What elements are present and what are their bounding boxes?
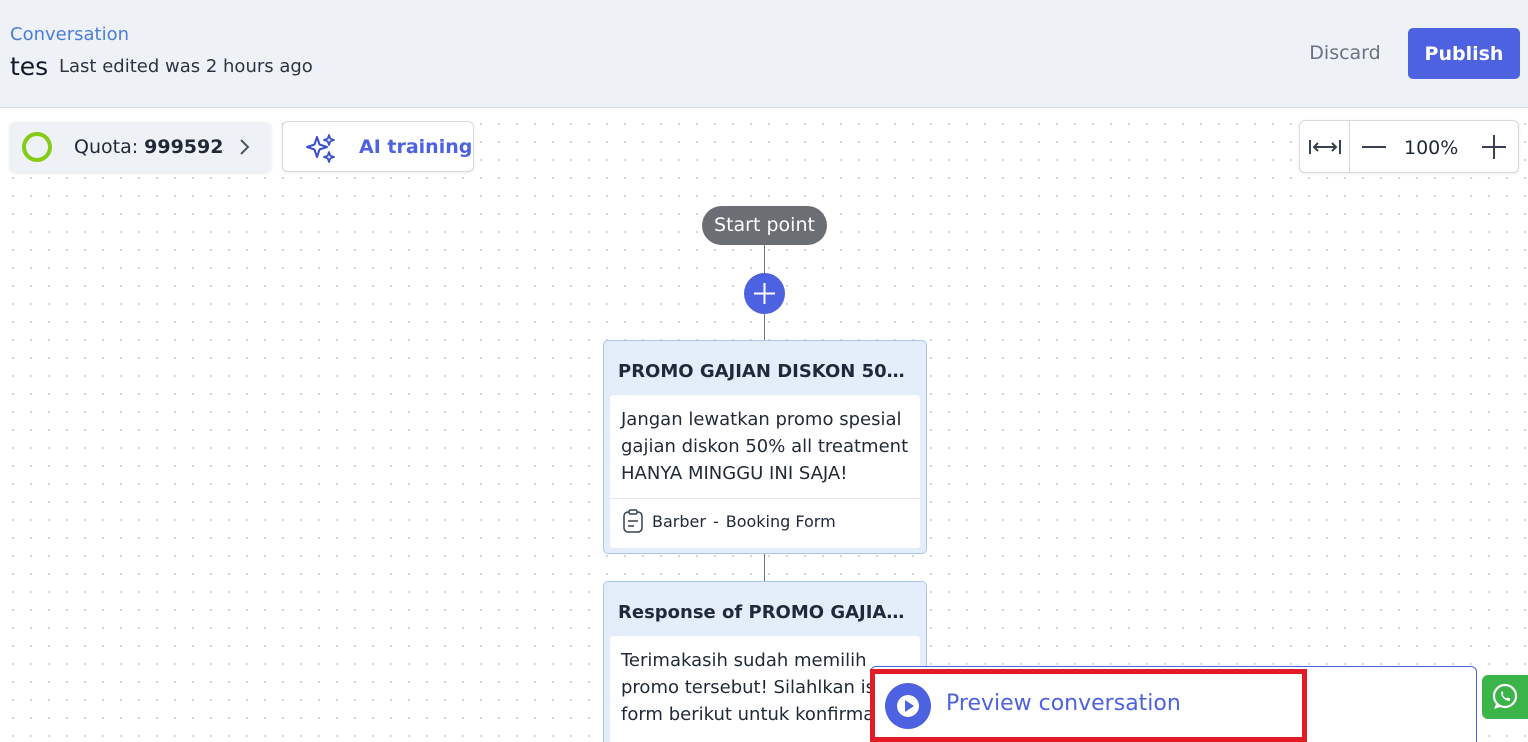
node-title: Response of PROMO GAJIAN ... — [618, 602, 916, 623]
fit-width-icon — [1309, 140, 1341, 154]
node-message-line: gajian diskon 50% all treatment — [621, 436, 909, 457]
ai-training-button[interactable]: AI training — [282, 121, 474, 172]
connector-line — [764, 553, 765, 582]
flow-node[interactable]: PROMO GAJIAN DISKON 50%... Jangan lewatk… — [603, 340, 927, 554]
divider — [610, 498, 920, 499]
attached-form: Barber - Booking Form — [622, 509, 836, 533]
quota-value: 999592 — [144, 136, 224, 158]
chevron-right-icon — [240, 139, 250, 155]
connector-line — [764, 313, 765, 341]
top-header: Conversation tes Last edited was 2 hours… — [0, 0, 1528, 108]
plus-icon — [754, 283, 775, 304]
discard-button[interactable]: Discard — [1290, 28, 1400, 78]
zoom-controls: 100% — [1299, 120, 1519, 173]
publish-button[interactable]: Publish — [1408, 28, 1520, 79]
zoom-in-icon[interactable] — [1480, 133, 1508, 161]
connector-line — [764, 245, 765, 275]
play-icon — [897, 695, 919, 717]
preview-play-button[interactable] — [885, 683, 931, 729]
node-message: Jangan lewatkan promo spesial gajian dis… — [610, 395, 920, 487]
preview-conversation-button[interactable]: Preview conversation — [946, 691, 1181, 716]
sparkles-icon — [306, 134, 335, 163]
form-name: Barber — [652, 511, 706, 531]
quota-ring-icon — [22, 132, 52, 162]
node-body: Jangan lewatkan promo spesial gajian dis… — [610, 395, 920, 548]
fit-width-button[interactable] — [1300, 121, 1350, 172]
ai-training-label: AI training — [359, 136, 473, 158]
whatsapp-button[interactable] — [1482, 675, 1528, 719]
quota-button[interactable]: Quota: 999592 — [10, 122, 271, 172]
add-step-button[interactable] — [744, 273, 785, 314]
node-message-line: form berikut untuk konfirmasi — [621, 704, 889, 725]
node-message-line: Terimakasih sudah memilih — [621, 650, 867, 671]
flow-title: tes — [10, 52, 49, 81]
quota-label: Quota: — [74, 136, 139, 158]
node-title: PROMO GAJIAN DISKON 50%... — [618, 361, 916, 382]
clipboard-icon — [623, 509, 643, 533]
whatsapp-icon — [1492, 683, 1518, 709]
zoom-level: 100% — [1404, 137, 1459, 159]
node-message-line: promo tersebut! Silahlkan isi — [621, 677, 881, 698]
zoom-out-icon[interactable] — [1360, 134, 1388, 160]
node-message-line: HANYA MINGGU INI SAJA! — [621, 463, 848, 484]
last-edited-text: Last edited was 2 hours ago — [59, 56, 313, 77]
node-message-line: Jangan lewatkan promo spesial — [621, 409, 902, 430]
form-type: Booking Form — [725, 511, 836, 531]
start-point-node[interactable]: Start point — [702, 206, 827, 245]
breadcrumb-conversation[interactable]: Conversation — [10, 24, 129, 45]
form-separator: - — [712, 511, 719, 531]
